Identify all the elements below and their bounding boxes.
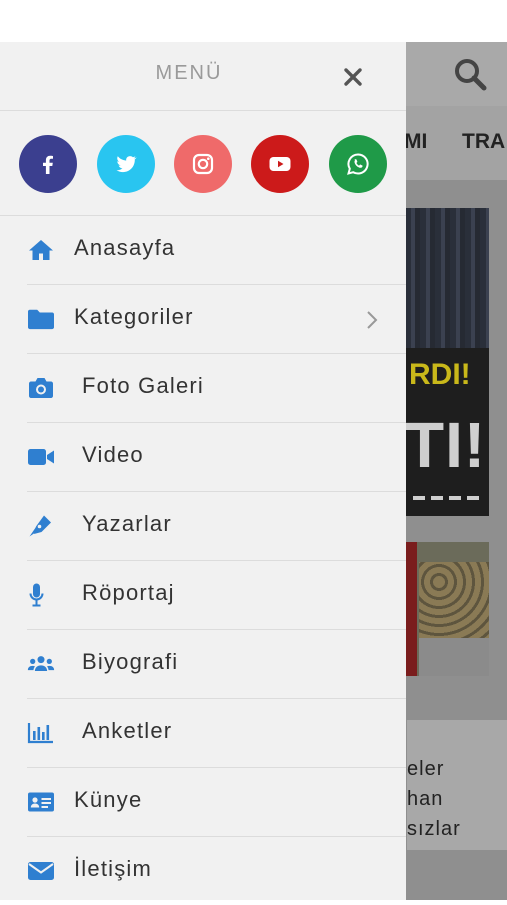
nav-item[interactable]: TRA: [462, 130, 505, 154]
close-button[interactable]: [340, 64, 366, 90]
card-accent: [405, 542, 417, 676]
envelope-icon: [27, 858, 55, 884]
instagram-button[interactable]: [174, 135, 232, 193]
menu-item-iletisim[interactable]: İletişim: [27, 837, 406, 905]
article-line: eler: [407, 758, 445, 780]
menu-item-label: Anketler: [82, 718, 173, 743]
folder-icon: [27, 306, 55, 332]
article-line: sızlar: [407, 818, 461, 840]
menu-item-biyografi[interactable]: Biyografi: [27, 630, 406, 699]
pen-icon: [27, 513, 55, 539]
home-icon: [27, 237, 55, 263]
search-icon[interactable]: [452, 56, 488, 92]
crowd-photo: [405, 208, 489, 348]
facebook-icon: [43, 155, 53, 174]
menu-item-label: Foto Galeri: [82, 373, 205, 398]
youtube-button[interactable]: [251, 135, 309, 193]
card-headline-white: TI!: [405, 409, 487, 481]
chart-icon: [27, 720, 55, 746]
twitter-button[interactable]: [97, 135, 155, 193]
news-card-image[interactable]: [405, 542, 489, 676]
truck-photo: [419, 638, 489, 676]
menu-item-label: İletişim: [74, 856, 153, 881]
menu-item-video[interactable]: Video: [27, 423, 406, 492]
menu-item-yazarlar[interactable]: Yazarlar: [27, 492, 406, 561]
menu-item-kategoriler[interactable]: Kategoriler: [27, 285, 406, 354]
menu-item-label: Röportaj: [82, 580, 175, 605]
instagram-icon: [192, 153, 214, 175]
drawer-header: MENÜ: [0, 42, 406, 111]
twitter-icon: [116, 156, 137, 173]
youtube-icon: [269, 157, 291, 171]
users-icon: [27, 651, 55, 677]
facebook-button[interactable]: [19, 135, 77, 193]
card-divider: [413, 496, 485, 500]
menu-item-label: Video: [82, 442, 144, 467]
menu-item-foto-galeri[interactable]: Foto Galeri: [27, 354, 406, 423]
side-menu-drawer: MENÜ Anasayfa Kategoriler Foto Galeri Vi…: [0, 42, 406, 900]
menu-item-label: Kategoriler: [74, 304, 194, 329]
camera-icon: [27, 375, 55, 401]
menu-title: MENÜ: [155, 62, 223, 84]
id-card-icon: [27, 789, 55, 815]
news-card-image[interactable]: RDI! TI!: [405, 208, 489, 516]
menu-item-label: Biyografi: [82, 649, 179, 674]
logs-photo: [419, 562, 489, 642]
menu-item-roportaj[interactable]: Röportaj: [27, 561, 406, 630]
menu-item-label: Yazarlar: [82, 511, 172, 536]
menu-item-kunye[interactable]: Künye: [27, 768, 406, 837]
nav-item[interactable]: MI: [404, 130, 427, 154]
microphone-icon: [27, 582, 55, 608]
menu-item-label: Anasayfa: [74, 235, 176, 260]
article-snippet[interactable]: eler han sızlar: [407, 720, 507, 850]
whatsapp-icon: [347, 153, 369, 175]
chevron-right-icon: [365, 309, 379, 331]
menu-item-anasayfa[interactable]: Anasayfa: [27, 216, 406, 285]
status-bar: [0, 0, 507, 42]
article-line: han: [407, 788, 444, 810]
menu-item-label: Künye: [74, 787, 143, 812]
video-icon: [27, 444, 55, 470]
menu-item-anketler[interactable]: Anketler: [27, 699, 406, 768]
close-icon[interactable]: [340, 64, 366, 90]
menu-list: Anasayfa Kategoriler Foto Galeri Video Y…: [0, 216, 406, 905]
card-headline-yellow: RDI!: [409, 358, 471, 391]
whatsapp-button[interactable]: [329, 135, 387, 193]
social-links: [0, 111, 406, 216]
